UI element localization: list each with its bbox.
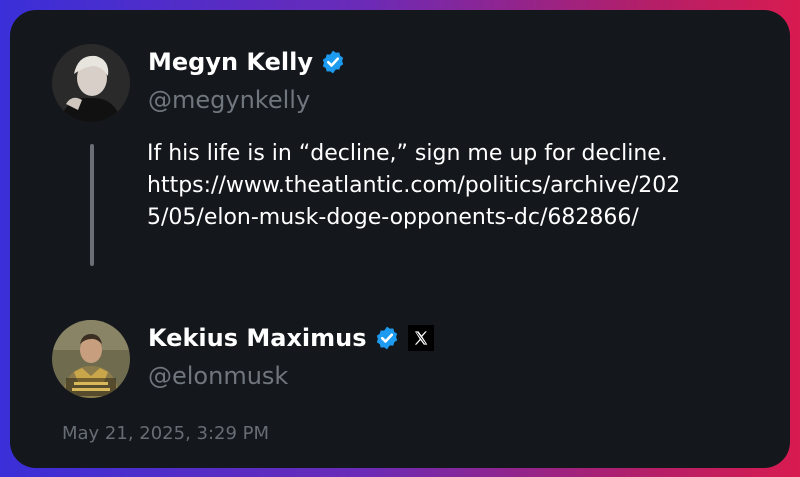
author-name-row: Megyn Kelly — [148, 48, 346, 76]
x-logo-icon — [407, 325, 434, 351]
avatar-kekius-maximus[interactable] — [52, 320, 130, 398]
reply-author-handle[interactable]: @elonmusk — [148, 362, 288, 390]
verified-badge-icon — [320, 49, 346, 75]
reply-author-name-row: Kekius Maximus — [148, 324, 434, 352]
verified-badge-icon — [374, 325, 400, 351]
timestamp[interactable]: May 21, 2025, 3:29 PM — [62, 423, 269, 444]
tweet-text-line: If his life is in “decline,” sign me up … — [147, 141, 668, 166]
tweet-link-line[interactable]: https://www.theatlantic.com/politics/arc… — [147, 170, 777, 202]
avatar-megyn-kelly[interactable] — [52, 44, 130, 122]
tweet-text: If his life is in “decline,” sign me up … — [147, 138, 777, 234]
thread-connector-line — [90, 144, 94, 266]
tweet-card: Megyn Kelly @megynkelly If his life is i… — [10, 10, 790, 468]
tweet-link-line[interactable]: 5/05/elon-musk-doge-opponents-dc/682866/ — [147, 202, 777, 234]
author-name[interactable]: Megyn Kelly — [148, 48, 313, 76]
reply-author-name[interactable]: Kekius Maximus — [148, 324, 367, 352]
author-handle[interactable]: @megynkelly — [148, 86, 310, 114]
